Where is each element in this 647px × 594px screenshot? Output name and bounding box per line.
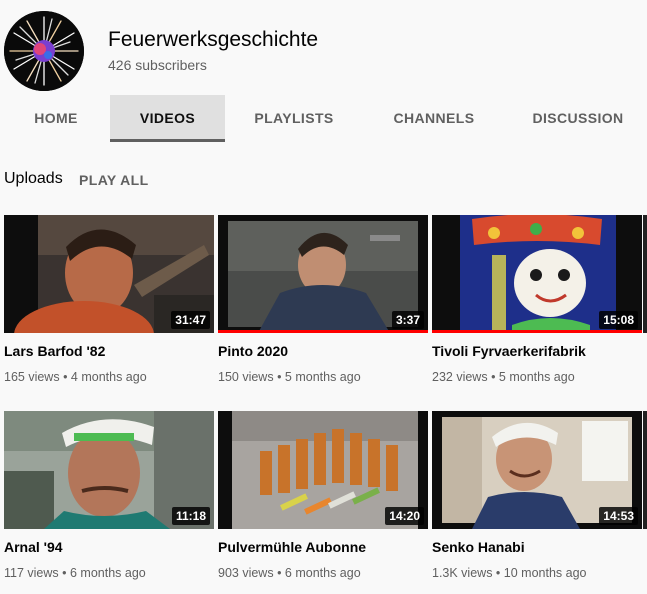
video-title[interactable]: Pinto 2020 (218, 343, 288, 359)
video-thumbnail[interactable]: 14:20 (218, 411, 428, 529)
watch-progress (218, 330, 428, 333)
video-duration: 11:18 (171, 507, 210, 525)
video-meta: 903 views • 6 months ago (218, 566, 361, 580)
video-thumbnail[interactable]: 14:53 (432, 411, 642, 529)
video-card[interactable]: 11:18 Arnal '94 117 views • 6 months ago (4, 411, 214, 591)
tab-playlists[interactable]: PLAYLISTS (238, 95, 350, 142)
video-meta: 150 views • 5 months ago (218, 370, 361, 384)
video-age: 4 months ago (70, 370, 147, 384)
fireworks-burst-icon (4, 11, 84, 91)
channel-avatar[interactable] (4, 11, 84, 91)
video-views: 165 views (4, 370, 60, 384)
video-age: 5 months ago (284, 370, 361, 384)
next-video-thumbnail-edge[interactable] (643, 215, 647, 333)
video-age: 6 months ago (70, 566, 146, 580)
channel-header: Feuerwerksgeschichte 426 subscribers HOM… (0, 0, 647, 143)
video-title[interactable]: Arnal '94 (4, 539, 63, 555)
video-views: 117 views (4, 566, 59, 580)
video-meta: 117 views • 6 months ago (4, 566, 146, 580)
channel-title: Feuerwerksgeschichte (108, 28, 319, 51)
video-duration: 15:08 (599, 311, 638, 329)
video-age: 10 months ago (503, 566, 587, 580)
video-card[interactable]: 3:37 Pinto 2020 150 views • 5 months ago (218, 215, 428, 395)
tab-channels[interactable]: CHANNELS (378, 95, 490, 142)
video-duration: 14:20 (385, 507, 424, 525)
video-views: 1.3K views (432, 566, 493, 580)
video-age: 6 months ago (284, 566, 361, 580)
video-card[interactable]: 14:20 Pulvermühle Aubonne 903 views • 6 … (218, 411, 428, 591)
video-thumbnail[interactable]: 11:18 (4, 411, 214, 529)
video-duration: 14:53 (599, 507, 638, 525)
watch-progress (432, 330, 642, 333)
video-title[interactable]: Tivoli Fyrvaerkerifabrik (432, 343, 586, 359)
video-views: 150 views (218, 370, 274, 384)
video-title[interactable]: Pulvermühle Aubonne (218, 539, 366, 555)
video-thumbnail[interactable]: 15:08 (432, 215, 642, 333)
tab-home[interactable]: HOME (0, 95, 112, 142)
video-views: 232 views (432, 370, 488, 384)
play-all-button[interactable]: PLAY ALL (79, 172, 149, 188)
tab-discussion[interactable]: DISCUSSION (522, 95, 634, 142)
video-thumbnail[interactable]: 3:37 (218, 215, 428, 333)
video-meta: 165 views • 4 months ago (4, 370, 147, 384)
next-video-thumbnail-edge[interactable] (643, 411, 647, 529)
video-age: 5 months ago (498, 370, 575, 384)
video-title[interactable]: Lars Barfod '82 (4, 343, 105, 359)
video-meta: 1.3K views • 10 months ago (432, 566, 587, 580)
video-card[interactable]: 15:08 Tivoli Fyrvaerkerifabrik 232 views… (432, 215, 642, 395)
video-meta: 232 views • 5 months ago (432, 370, 575, 384)
video-title[interactable]: Senko Hanabi (432, 539, 525, 555)
video-card[interactable]: 31:47 Lars Barfod '82 165 views • 4 mont… (4, 215, 214, 395)
video-views: 903 views (218, 566, 274, 580)
video-thumbnail[interactable]: 31:47 (4, 215, 214, 333)
shelf-title: Uploads (4, 170, 63, 187)
video-duration: 31:47 (171, 311, 210, 329)
videos-content: Uploads PLAY ALL 31:47 Lars Barfod '82 1… (0, 143, 647, 594)
video-card[interactable]: 14:53 Senko Hanabi 1.3K views • 10 month… (432, 411, 642, 591)
channel-tabs: HOME VIDEOS PLAYLISTS CHANNELS DISCUSSIO… (0, 95, 647, 142)
subscriber-count: 426 subscribers (108, 57, 207, 73)
tab-videos[interactable]: VIDEOS (110, 95, 225, 142)
video-duration: 3:37 (391, 311, 424, 329)
